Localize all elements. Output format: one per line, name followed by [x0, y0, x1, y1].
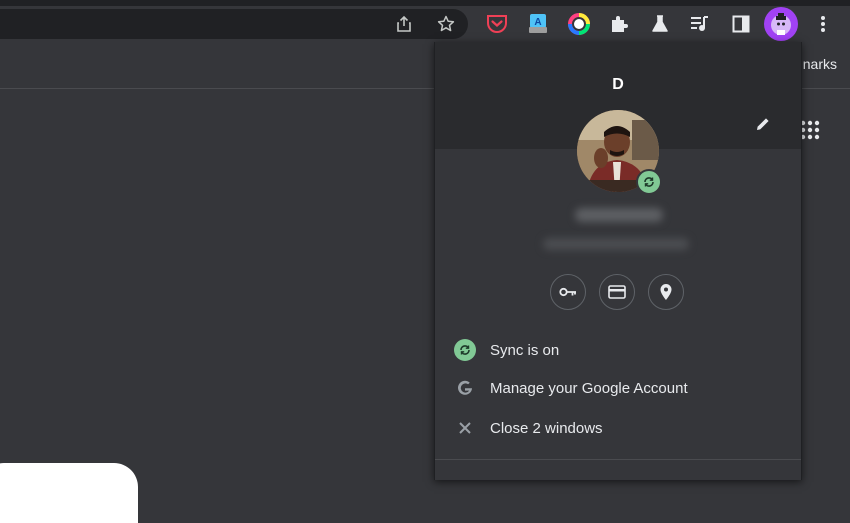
sync-badge-icon [636, 169, 662, 195]
profile-avatar-icon[interactable] [764, 7, 798, 41]
bookmarks-bar-label[interactable]: narks [803, 56, 837, 72]
address-bar[interactable] [0, 9, 468, 39]
share-icon[interactable] [394, 14, 414, 34]
browser-toolbar: A [0, 6, 850, 42]
search-box-fragment[interactable] [0, 463, 138, 523]
payment-methods-button[interactable] [599, 274, 635, 310]
profile-name: D [612, 76, 624, 93]
manage-account-item[interactable]: Manage your Google Account [435, 370, 801, 406]
media-queue-icon[interactable] [686, 10, 714, 38]
color-picker-extension-icon[interactable] [565, 10, 593, 38]
payment-card-icon [608, 285, 626, 299]
sync-status-item[interactable]: Sync is on [435, 332, 801, 368]
sync-status-label: Sync is on [490, 341, 560, 359]
addresses-button[interactable] [648, 274, 684, 310]
apps-grid-icon[interactable] [800, 120, 820, 140]
blurred-account-name [575, 208, 663, 222]
pencil-icon [757, 118, 769, 130]
edit-profile-button[interactable] [751, 112, 775, 136]
side-panel-icon[interactable] [727, 10, 755, 38]
translate-extension-icon[interactable]: A [524, 10, 552, 38]
bookmark-star-icon[interactable] [436, 14, 456, 34]
extensions-puzzle-icon[interactable] [605, 10, 633, 38]
svg-text:A: A [534, 17, 541, 28]
pocket-icon[interactable] [483, 10, 511, 38]
more-menu-icon[interactable] [809, 10, 837, 38]
labs-flask-icon[interactable] [646, 10, 674, 38]
profile-menu-popup: D Sync is on Manage your Google Account … [434, 42, 802, 480]
manage-account-label: Manage your Google Account [490, 379, 688, 397]
blurred-account-email [543, 238, 689, 250]
close-windows-label: Close 2 windows [490, 419, 603, 437]
sync-icon [454, 339, 476, 361]
close-windows-item[interactable]: Close 2 windows [435, 410, 801, 446]
passwords-button[interactable] [550, 274, 586, 310]
password-key-icon [559, 287, 576, 297]
location-pin-icon [660, 284, 672, 300]
menu-divider [435, 459, 801, 460]
google-icon [454, 377, 476, 399]
close-icon [454, 417, 476, 439]
